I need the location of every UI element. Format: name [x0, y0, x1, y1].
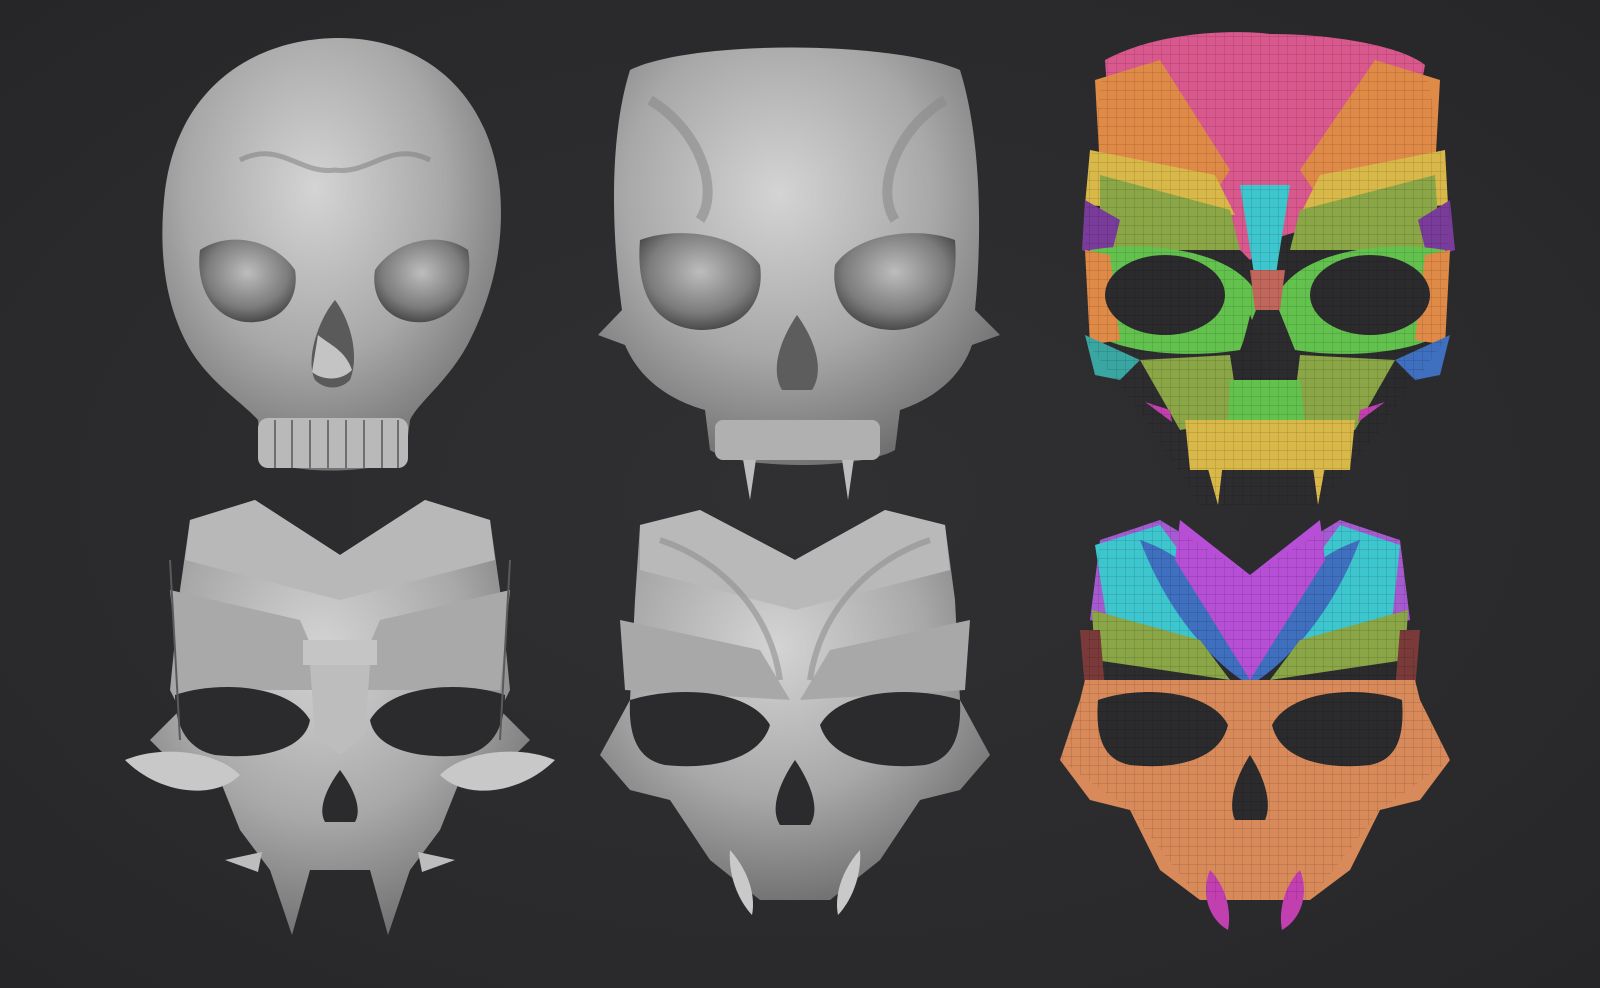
- demon-skull-sculpt: [598, 47, 1000, 500]
- skull-sculpt: [162, 37, 501, 471]
- hard-surface-mask: [125, 500, 555, 935]
- demon-skull-polygroups: [1082, 32, 1455, 505]
- smooth-mask: [600, 510, 990, 915]
- render-canvas: [0, 0, 1600, 988]
- sculpt-sheet: [125, 32, 1455, 935]
- mask-polygroups: [1060, 520, 1450, 930]
